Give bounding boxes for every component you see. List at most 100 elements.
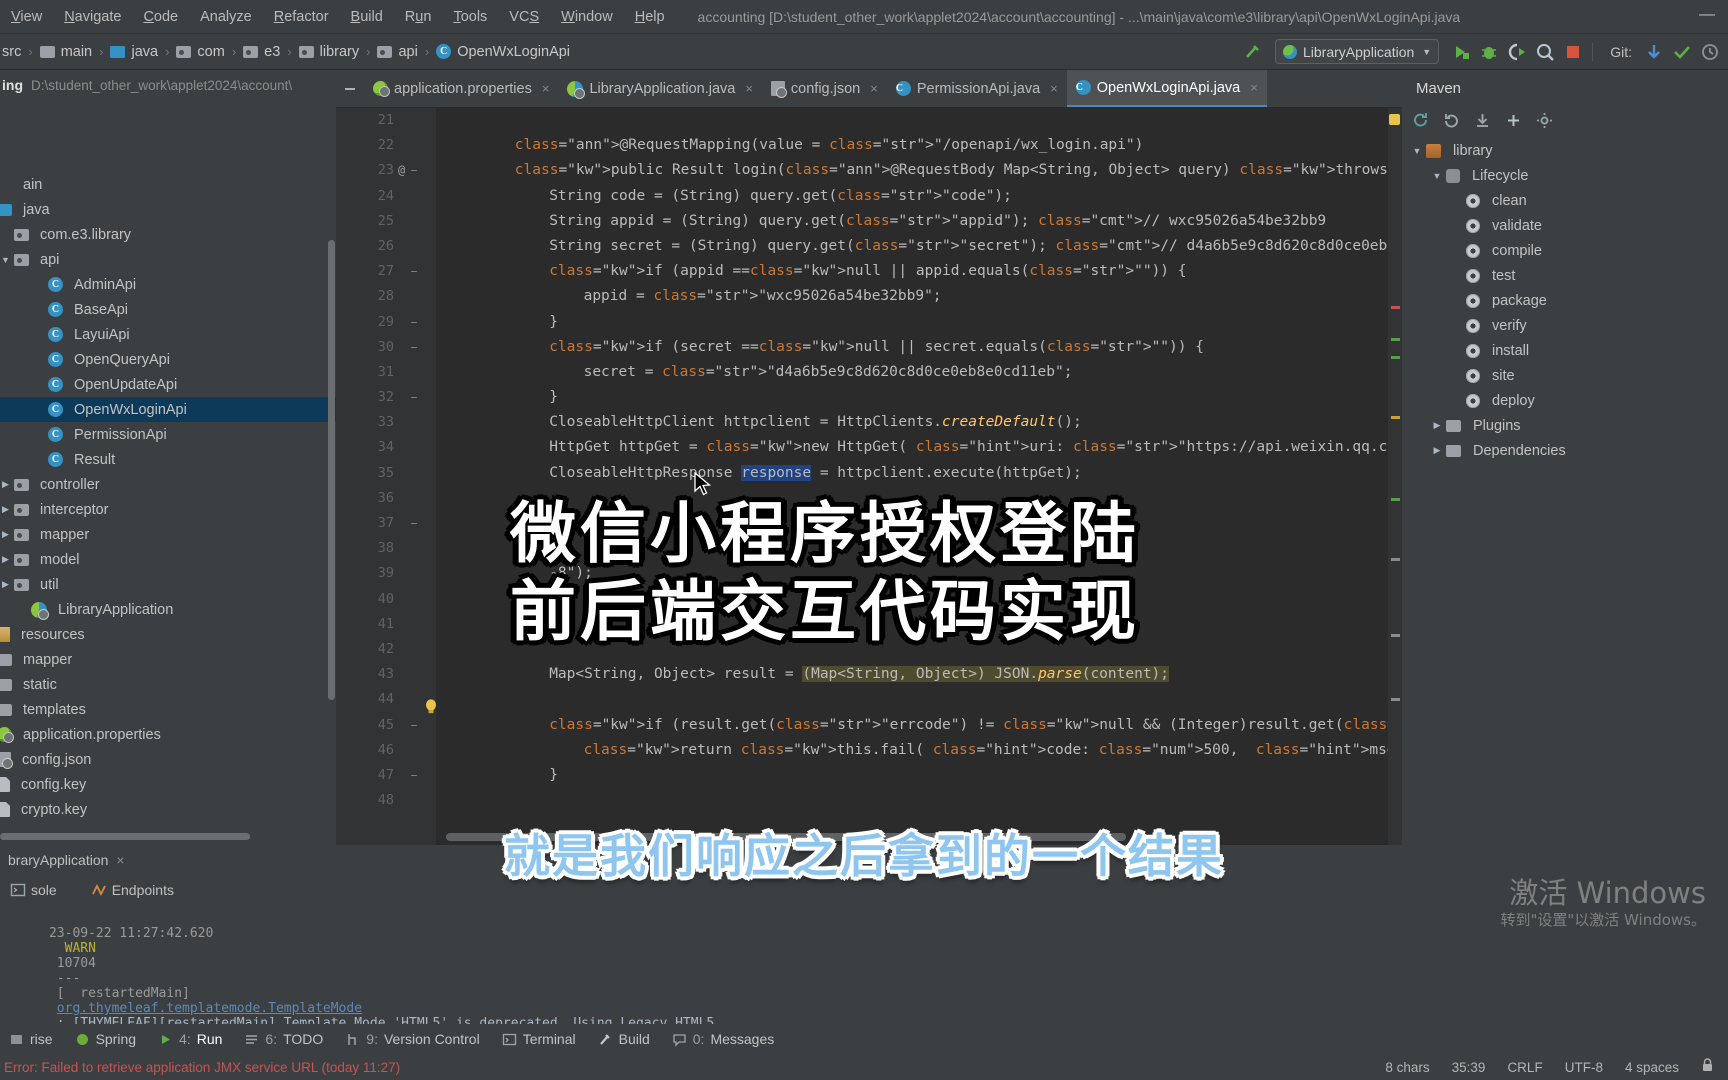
code-fold-handle[interactable]: − bbox=[408, 385, 420, 410]
tree-item-libraryapplication[interactable]: ▶ LibraryApplication bbox=[0, 597, 336, 622]
tree-item-mapper[interactable]: ▶mapper bbox=[0, 522, 336, 547]
tab-library-application[interactable]: LibraryApplication.java × bbox=[558, 70, 761, 107]
tree-item-api[interactable]: ▼ api bbox=[0, 247, 336, 272]
editor-horizontal-scrollbar[interactable] bbox=[446, 833, 1126, 841]
breadcrumb-item-api[interactable]: api › bbox=[377, 44, 436, 60]
marker-warning[interactable] bbox=[1389, 114, 1400, 125]
code-lines[interactable]: 21 22 class="ann">@RequestMapping(value = … bbox=[336, 108, 1402, 845]
stop-icon[interactable] bbox=[1559, 39, 1587, 65]
breadcrumb-item-e3[interactable]: e3 › bbox=[243, 44, 298, 60]
chevron-down-icon[interactable]: ▼ bbox=[1428, 171, 1446, 181]
menu-run[interactable]: Run bbox=[394, 0, 443, 34]
tab-config-json[interactable]: config.json × bbox=[762, 70, 887, 107]
intention-bulb-icon[interactable] bbox=[422, 698, 440, 716]
menu-analyze[interactable]: Analyze bbox=[189, 0, 263, 34]
breadcrumb-item-library[interactable]: library › bbox=[298, 44, 378, 60]
close-icon[interactable]: × bbox=[1050, 81, 1058, 96]
code-line[interactable]: 36 bbox=[336, 486, 1402, 511]
tree-item-model[interactable]: ▶ model bbox=[0, 547, 336, 572]
close-icon[interactable]: × bbox=[870, 81, 878, 96]
maven-item-clean[interactable]: clean bbox=[1402, 188, 1728, 213]
menu-vcs[interactable]: VCS bbox=[498, 0, 550, 34]
status-caret-position[interactable]: 35:39 bbox=[1452, 1060, 1486, 1075]
code-line[interactable]: 39 -8"); bbox=[336, 561, 1402, 586]
tree-item-result[interactable]: ▶C Result bbox=[0, 447, 336, 472]
marker-info[interactable] bbox=[1391, 558, 1400, 561]
breadcrumb-item-src[interactable]: src › bbox=[2, 44, 125, 60]
chevron-down-icon[interactable]: ▼ bbox=[0, 255, 14, 265]
reimport-icon[interactable] bbox=[1443, 112, 1460, 132]
tab-open-wx-login-api[interactable]: C OpenWxLoginApi.java × bbox=[1066, 70, 1267, 107]
maven-item-deploy[interactable]: deploy bbox=[1402, 388, 1728, 413]
tab-application-properties[interactable]: application.properties × bbox=[364, 70, 558, 107]
code-line[interactable]: 37− bbox=[336, 511, 1402, 536]
code-line[interactable]: 30− class="kw">if (secret ==class="kw">nu… bbox=[336, 335, 1402, 360]
maven-item-dependencies[interactable]: ▶ Dependencies bbox=[1402, 438, 1728, 463]
run-subtab-console[interactable]: sole bbox=[2, 882, 65, 898]
code-line[interactable]: 48 bbox=[336, 788, 1402, 813]
settings-icon[interactable] bbox=[1536, 112, 1553, 132]
code-line[interactable]: 24 String code = (String) query.get(class… bbox=[336, 184, 1402, 209]
code-fold-handle[interactable]: − bbox=[408, 335, 420, 360]
code-line[interactable]: 28 appid = class="str">"wxc95026a54be32bb… bbox=[336, 284, 1402, 309]
project-horizontal-scrollbar[interactable] bbox=[0, 833, 250, 840]
code-line[interactable]: 26 String secret = (String) query.get(cla… bbox=[336, 234, 1402, 259]
chevron-down-icon[interactable]: ▼ bbox=[1408, 146, 1426, 156]
code-line[interactable]: 29−} bbox=[336, 310, 1402, 335]
debug-icon[interactable] bbox=[1475, 39, 1503, 65]
maven-item-install[interactable]: install bbox=[1402, 338, 1728, 363]
code-line[interactable]: 42 bbox=[336, 637, 1402, 662]
close-icon[interactable]: × bbox=[745, 81, 753, 96]
breadcrumb-item-java[interactable]: java › bbox=[110, 44, 176, 60]
chevron-right-icon[interactable]: ▶ bbox=[0, 579, 14, 590]
add-icon[interactable] bbox=[1505, 112, 1522, 132]
breadcrumb-item-main[interactable]: main › bbox=[39, 44, 111, 60]
tree-item-ain[interactable]: ▶ain bbox=[0, 172, 336, 197]
code-line[interactable]: 47−} bbox=[336, 763, 1402, 788]
tree-item-layuiapi[interactable]: ▶C LayuiApi bbox=[0, 322, 336, 347]
gutter-annotation-marker[interactable]: @ bbox=[398, 158, 405, 183]
menu-view[interactable]: View bbox=[0, 0, 53, 34]
log-logger[interactable]: org.thymeleaf.templatemode.TemplateMode bbox=[57, 1001, 362, 1016]
menu-tools[interactable]: Tools bbox=[442, 0, 498, 34]
tree-item-controller[interactable]: ▶ controller bbox=[0, 472, 336, 497]
code-fold-handle[interactable]: − bbox=[408, 259, 420, 284]
code-line[interactable]: 46 class="kw">return class="kw">this.fail… bbox=[336, 738, 1402, 763]
toolwindow-run[interactable]: 4: Run bbox=[149, 1031, 231, 1047]
marker-change[interactable] bbox=[1391, 338, 1400, 341]
toolwindow-terminal[interactable]: Terminal bbox=[493, 1031, 585, 1047]
profile-icon[interactable] bbox=[1531, 39, 1559, 65]
close-icon[interactable]: × bbox=[542, 81, 550, 96]
tree-item-crypto-key[interactable]: ▶crypto.key bbox=[0, 797, 336, 822]
maven-tree[interactable]: ▼ library ▼ Lifecycle clean validate compile te… bbox=[1402, 138, 1728, 463]
tree-item-config-key[interactable]: ▶config.key bbox=[0, 772, 336, 797]
code-line[interactable]: 38 bbox=[336, 536, 1402, 561]
tree-item-config-json[interactable]: ▶config.json bbox=[0, 747, 336, 772]
maven-item-library[interactable]: ▼ library bbox=[1402, 138, 1728, 163]
code-line[interactable]: 43 Map<String, Object> result = (Map<Stri… bbox=[336, 662, 1402, 687]
code-line[interactable]: 34 HttpGet httpGet = class="kw">new HttpG… bbox=[336, 435, 1402, 460]
code-line[interactable]: 21 bbox=[336, 108, 1402, 133]
chevron-right-icon[interactable]: ▶ bbox=[0, 554, 14, 565]
code-line[interactable]: 41 bbox=[336, 612, 1402, 637]
breadcrumb-item-com[interactable]: com › bbox=[176, 44, 243, 60]
marker-error[interactable] bbox=[1391, 306, 1400, 309]
toolwindow-version-control[interactable]: 9: Version Control bbox=[336, 1031, 488, 1047]
maven-item-plugins[interactable]: ▶ Plugins bbox=[1402, 413, 1728, 438]
menu-window[interactable]: Window bbox=[550, 0, 624, 34]
tree-item-mapper[interactable]: ▶mapper bbox=[0, 647, 336, 672]
download-sources-icon[interactable] bbox=[1474, 112, 1491, 132]
toolwindow-build[interactable]: Build bbox=[589, 1031, 659, 1047]
tree-item-application-properties[interactable]: ▶application.properties bbox=[0, 722, 336, 747]
maven-tool-window[interactable]: Maven ▼ library ▼ Lifecycle clean validate com… bbox=[1402, 70, 1728, 845]
code-line[interactable]: 23 @ − class="kw">public Result login(class… bbox=[336, 158, 1402, 183]
toolwindow-spring[interactable]: Spring bbox=[66, 1031, 145, 1047]
close-icon[interactable]: × bbox=[1250, 80, 1258, 95]
chevron-right-icon[interactable]: ▶ bbox=[0, 479, 14, 490]
tree-item-adminapi[interactable]: ▶C AdminApi bbox=[0, 272, 336, 297]
tree-item-interceptor[interactable]: ▶ interceptor bbox=[0, 497, 336, 522]
lock-icon[interactable] bbox=[1701, 1058, 1714, 1076]
tree-item-util[interactable]: ▶ util bbox=[0, 572, 336, 597]
code-fold-handle[interactable]: − bbox=[408, 763, 420, 788]
collapse-tabs-icon[interactable] bbox=[336, 70, 364, 107]
